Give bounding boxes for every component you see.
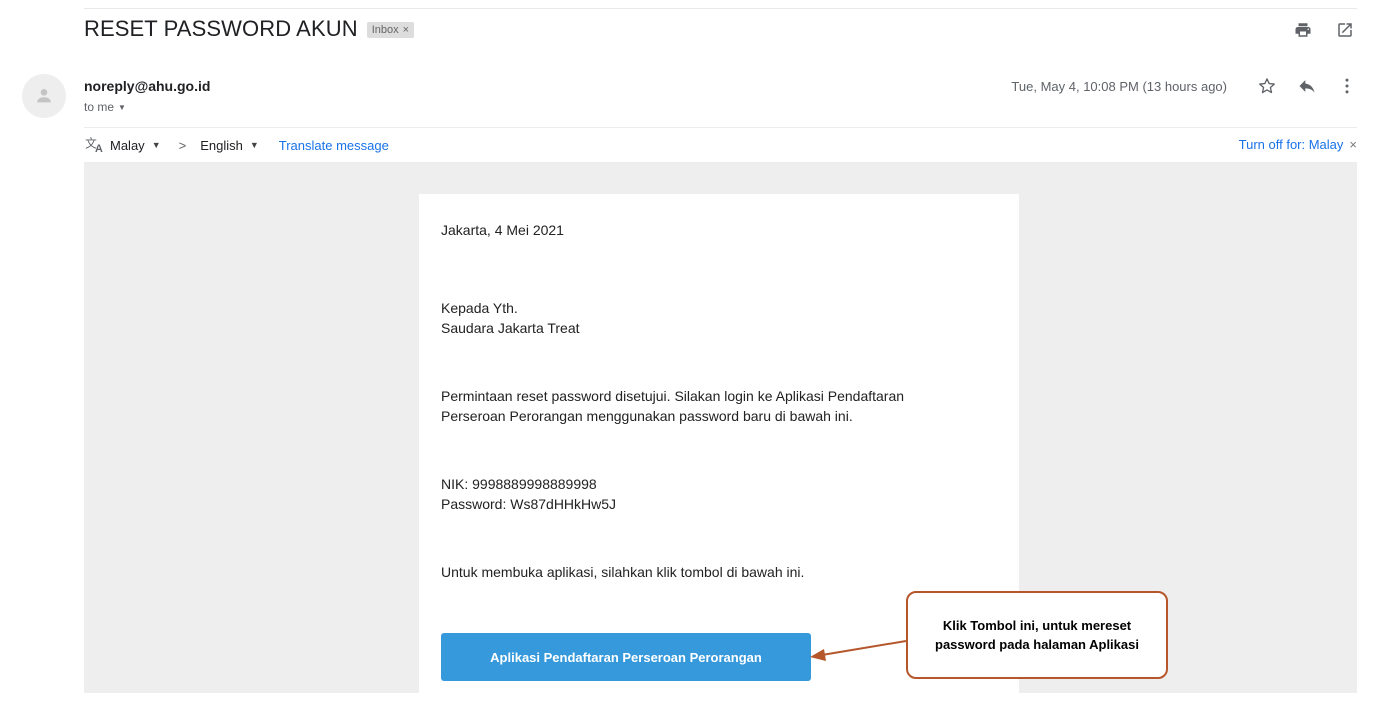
remove-label-icon[interactable]: × (403, 24, 409, 36)
close-icon[interactable]: × (1349, 137, 1357, 152)
target-language-select[interactable]: English ▼ (200, 138, 259, 153)
translate-message-link[interactable]: Translate message (279, 138, 389, 153)
inbox-label-text: Inbox (371, 24, 399, 36)
email-subject: RESET PASSWORD AKUN (84, 16, 358, 41)
annotation-line-1: Klik Tombol ini, untuk mereset (942, 618, 1132, 633)
svg-text:A: A (95, 143, 103, 154)
top-actions (1293, 20, 1355, 40)
message-meta: Tue, May 4, 10:08 PM (13 hours ago) (1011, 76, 1357, 96)
translate-bar: 文A Malay ▼ > English ▼ Translate message… (84, 128, 1357, 162)
target-language-label: English (200, 137, 243, 153)
subject-row: RESET PASSWORD AKUN Inbox × (84, 16, 415, 42)
annotation-callout: Klik Tombol ini, untuk mereset password … (906, 591, 1168, 679)
turn-off-translation-link[interactable]: Turn off for: Malay × (1239, 137, 1357, 152)
top-divider (84, 8, 1357, 9)
chevron-down-icon: ▼ (118, 102, 126, 112)
body-line-1: Permintaan reset password disetujui. Sil… (441, 388, 905, 404)
source-language-select[interactable]: Malay ▼ (110, 138, 161, 153)
recipient-text: to me (84, 100, 115, 114)
annotation-line-2: password pada halaman Aplikasi (935, 637, 1139, 652)
sender-block: noreply@ahu.go.id to me ▼ (84, 78, 210, 114)
inbox-label-chip[interactable]: Inbox × (366, 22, 415, 38)
avatar-icon (22, 74, 66, 118)
recipient-details-toggle[interactable]: to me ▼ (84, 100, 210, 114)
language-arrow: > (178, 137, 187, 153)
body-line-2: Perseroan Perorangan menggunakan passwor… (441, 408, 853, 424)
chevron-down-icon: ▼ (249, 140, 259, 150)
open-instruction: Untuk membuka aplikasi, silahkan klik to… (441, 564, 805, 580)
print-icon[interactable] (1293, 20, 1313, 40)
greeting-line-1: Kepada Yth. (441, 300, 518, 316)
nik-line: NIK: 9998889998889998 (441, 476, 597, 492)
message-date: Tue, May 4, 10:08 PM (13 hours ago) (1011, 78, 1227, 94)
open-new-window-icon[interactable] (1335, 20, 1355, 40)
letter-date: Jakarta, 4 Mei 2021 (441, 222, 564, 238)
open-application-button[interactable]: Aplikasi Pendaftaran Perseroan Peroranga… (441, 633, 811, 681)
chevron-down-icon: ▼ (151, 140, 161, 150)
turn-off-label: Turn off for: Malay (1238, 137, 1344, 152)
source-language-label: Malay (110, 137, 145, 153)
star-icon[interactable] (1257, 76, 1277, 96)
sender-email[interactable]: noreply@ahu.go.id (84, 78, 210, 94)
password-line: Password: Ws87dHHkHw5J (441, 496, 617, 512)
more-vert-icon[interactable] (1337, 76, 1357, 96)
reply-icon[interactable] (1297, 76, 1317, 96)
greeting-line-2: Saudara Jakarta Treat (441, 320, 580, 336)
translate-icon: 文A (84, 136, 110, 154)
